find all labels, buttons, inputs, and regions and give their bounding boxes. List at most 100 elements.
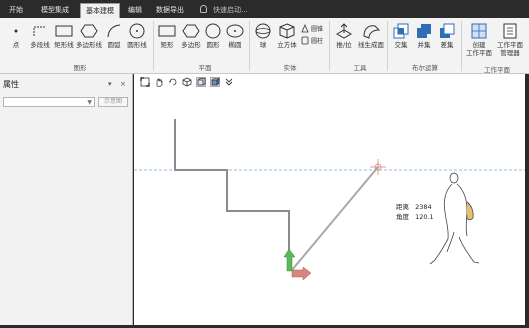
group-label-plane: 平面 [198, 64, 212, 72]
group-label-boolean: 布尔运算 [412, 64, 438, 72]
sphere-button[interactable]: 球 [253, 22, 273, 49]
tab-edit[interactable]: 编辑 [124, 3, 146, 18]
group-divider [249, 21, 250, 71]
rectangle-button[interactable]: 矩形 [156, 22, 178, 49]
ribbon-panel: 点 多段线 矩形线 多边形线 圆弧 圆形线 图形 矩形 多边形 圆形 椭圆 平面 [0, 18, 529, 74]
union-label: 并集 [417, 41, 431, 49]
intersect-label: 交集 [394, 41, 408, 49]
stepped-polyline [174, 119, 290, 270]
hexagon-line-icon [80, 24, 98, 38]
group-divider [387, 21, 388, 71]
ellipse-label: 椭圆 [228, 41, 242, 49]
line-to-face-icon [363, 25, 381, 39]
polyline-button[interactable]: 多段线 [28, 22, 52, 49]
polygon-line-button[interactable]: 多边形线 [76, 22, 102, 49]
ellipse-icon [226, 24, 244, 38]
cube-button[interactable]: 立方体 [275, 22, 299, 49]
lightbulb-icon [200, 5, 207, 13]
ribbon-tab-bar: 开始 模型集成 基本建模 编辑 数据导出 快速启动... [0, 0, 529, 18]
rubber-band-line [291, 166, 379, 271]
panel-pin-button[interactable]: ▾ [108, 80, 112, 88]
circle-line-label: 圆形线 [127, 41, 147, 49]
cone-icon [301, 24, 309, 33]
circle-line-button[interactable]: 圆形线 [125, 22, 149, 49]
create-workplane-button[interactable]: 创建 工作平面 [464, 22, 494, 57]
cube-icon [279, 23, 295, 39]
polygon-label: 多边形 [181, 41, 201, 49]
rectangle-line-button[interactable]: 矩形线 [52, 22, 76, 49]
properties-panel: 属性 ▾ × ▼ 示意图 [0, 74, 133, 328]
cube-label: 立方体 [277, 41, 297, 49]
push-pull-label: 推/拉 [336, 41, 352, 49]
group-divider [461, 21, 462, 71]
rectangle-line-label: 矩形线 [54, 41, 74, 49]
angle-value: 120.1 [415, 213, 434, 221]
properties-type-select[interactable]: ▼ [3, 97, 95, 107]
circle-icon [205, 23, 221, 39]
workplane-manager-button[interactable]: 工作平面 管理器 [494, 22, 526, 57]
circle-button[interactable]: 圆形 [203, 22, 223, 49]
point-label: 点 [12, 41, 20, 49]
chevron-down-icon: ▼ [87, 99, 92, 106]
group-divider [153, 21, 154, 71]
workplane-manager-label-1: 工作平面 [497, 41, 523, 49]
rectangle-label: 矩形 [160, 41, 174, 49]
circle-label: 圆形 [206, 41, 220, 49]
sphere-icon [255, 23, 271, 39]
difference-label: 差集 [440, 41, 454, 49]
push-pull-icon [335, 23, 353, 39]
workplane-manager-icon [503, 23, 517, 39]
angle-label: 角度 [396, 213, 409, 221]
quick-launch-search[interactable]: 快速启动... [200, 3, 248, 17]
panel-close-button[interactable]: × [120, 80, 126, 88]
tab-basic-modeling[interactable]: 基本建模 [80, 3, 120, 18]
tab-model-integration[interactable]: 模型集成 [34, 3, 76, 18]
cylinder-icon [301, 36, 309, 45]
line-to-face-label: 线生成面 [358, 41, 384, 49]
cone-label: 圆锥 [311, 26, 324, 33]
circle-line-icon [129, 23, 145, 39]
union-icon [417, 24, 431, 38]
cone-button[interactable]: 圆锥 [301, 24, 329, 34]
quick-launch-placeholder: 快速启动... [213, 6, 248, 14]
point-button[interactable]: 点 [6, 22, 26, 49]
point-icon [14, 29, 18, 33]
polygon-button[interactable]: 多边形 [179, 22, 203, 49]
cylinder-label: 圆柱 [311, 38, 324, 45]
3d-viewport[interactable]: 距离 2384 角度 120.1 [134, 74, 525, 325]
create-workplane-icon [471, 23, 487, 39]
create-workplane-label-2: 工作平面 [466, 49, 492, 57]
show-diagram-button[interactable]: 示意图 [98, 97, 128, 107]
sphere-label: 球 [259, 41, 267, 49]
difference-icon [440, 23, 455, 38]
intersect-icon [393, 23, 409, 39]
intersect-button[interactable]: 交集 [390, 22, 412, 49]
polyline-icon [33, 26, 46, 36]
cylinder-button[interactable]: 圆柱 [301, 36, 329, 46]
drawing-canvas [134, 119, 525, 281]
ellipse-button[interactable]: 椭圆 [224, 22, 246, 49]
group-divider [329, 21, 330, 71]
scale-figure-person [429, 172, 480, 265]
window-edge [525, 74, 529, 328]
push-pull-button[interactable]: 推/拉 [332, 22, 356, 49]
angle-readout: 角度 120.1 [396, 211, 434, 221]
distance-label: 距离 [396, 203, 409, 211]
hexagon-icon [182, 24, 200, 38]
distance-readout: 距离 2384 [396, 201, 432, 211]
tab-start[interactable]: 开始 [4, 3, 28, 18]
difference-button[interactable]: 差集 [436, 22, 458, 49]
group-label-solid: 实体 [283, 64, 297, 72]
tab-data-export[interactable]: 数据导出 [152, 3, 188, 18]
union-button[interactable]: 并集 [413, 22, 435, 49]
create-workplane-label-1: 创建 [472, 41, 486, 49]
workplane-manager-label-2: 管理器 [500, 49, 520, 57]
rectangle-line-icon [55, 25, 73, 37]
group-label-workplane: 工作平面 [484, 66, 510, 74]
polyline-label: 多段线 [30, 41, 50, 49]
arc-button[interactable]: 圆弧 [104, 22, 124, 49]
rectangle-icon [158, 25, 176, 37]
group-label-shapes: 图形 [73, 64, 87, 72]
line-to-face-button[interactable]: 线生成面 [356, 22, 386, 49]
distance-value: 2384 [415, 203, 432, 211]
